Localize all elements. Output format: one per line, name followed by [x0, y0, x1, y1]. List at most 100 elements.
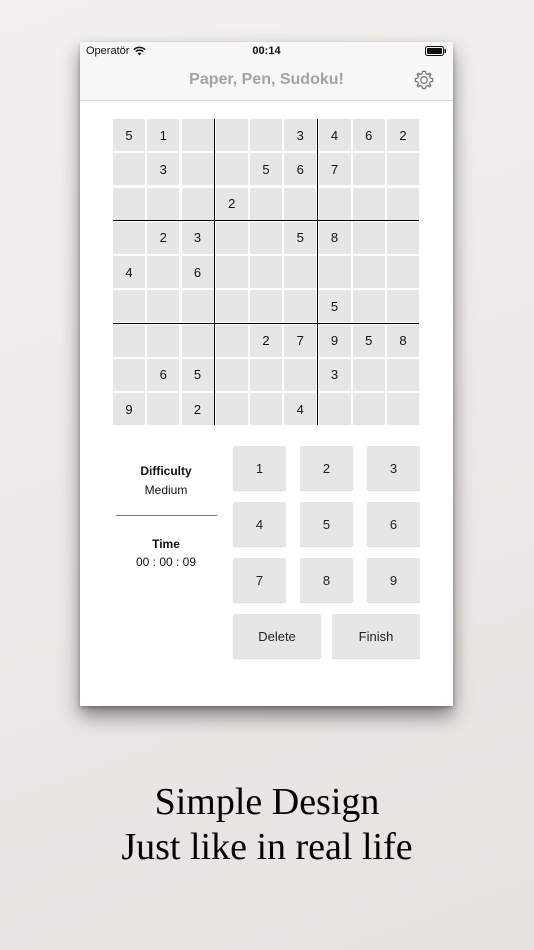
sudoku-cell[interactable] [352, 187, 385, 220]
sudoku-cell[interactable] [284, 358, 317, 391]
sudoku-cell[interactable] [215, 221, 248, 254]
sudoku-cell[interactable] [113, 153, 145, 186]
sudoku-cell[interactable]: 6 [147, 358, 180, 391]
sudoku-cell[interactable] [215, 119, 248, 151]
sudoku-cell[interactable] [181, 290, 214, 323]
sudoku-cell[interactable] [250, 393, 282, 425]
sudoku-cell[interactable] [250, 256, 282, 288]
sudoku-cell[interactable] [318, 393, 351, 425]
sudoku-cell[interactable] [215, 358, 248, 391]
sudoku-cell[interactable]: 1 [147, 119, 180, 151]
sudoku-cell[interactable]: 4 [318, 119, 351, 151]
sudoku-cell[interactable] [284, 290, 317, 323]
sudoku-cell[interactable]: 9 [318, 324, 351, 357]
sudoku-cell[interactable]: 6 [181, 256, 214, 288]
sudoku-cell[interactable] [352, 290, 385, 323]
sudoku-cell[interactable] [352, 153, 385, 186]
sudoku-cell[interactable] [387, 256, 419, 288]
sudoku-cell[interactable] [318, 187, 351, 220]
tagline-line-1: Simple Design [154, 781, 380, 823]
sudoku-cell[interactable]: 5 [318, 290, 351, 323]
sudoku-cell[interactable] [181, 187, 214, 220]
sudoku-cell[interactable] [284, 187, 317, 220]
sudoku-cell[interactable] [113, 187, 145, 220]
sudoku-cell[interactable] [113, 221, 145, 254]
sudoku-cell[interactable]: 7 [318, 153, 351, 186]
sudoku-cell[interactable]: 5 [284, 221, 317, 254]
sudoku-cell[interactable] [352, 358, 385, 391]
sudoku-cell[interactable] [318, 256, 351, 288]
sudoku-cell[interactable] [284, 256, 317, 288]
time-label: Time [152, 537, 180, 551]
sudoku-board: 51346235672235846527958653924 [113, 119, 420, 426]
sudoku-cell[interactable]: 4 [113, 256, 145, 288]
digit-key-3[interactable]: 3 [367, 446, 420, 490]
finish-button[interactable]: Finish [332, 614, 420, 658]
sudoku-cell[interactable]: 7 [284, 324, 317, 357]
sudoku-cell[interactable] [113, 324, 145, 357]
sudoku-cell[interactable]: 8 [387, 324, 419, 357]
sudoku-cell[interactable] [147, 187, 180, 220]
sudoku-cell[interactable]: 2 [215, 187, 248, 220]
digit-key-2[interactable]: 2 [300, 446, 353, 490]
difficulty-label: Difficulty [140, 464, 192, 478]
sudoku-cell[interactable] [387, 290, 419, 323]
sudoku-cell[interactable] [181, 324, 214, 357]
sudoku-cell[interactable]: 3 [181, 221, 214, 254]
sudoku-cell[interactable] [215, 153, 248, 186]
sudoku-cell[interactable] [147, 324, 180, 357]
sudoku-cell[interactable] [250, 119, 282, 151]
sudoku-cell[interactable]: 6 [352, 119, 385, 151]
digit-key-9[interactable]: 9 [367, 558, 420, 602]
sudoku-cell[interactable] [352, 393, 385, 425]
digit-key-4[interactable]: 4 [233, 502, 286, 546]
sudoku-cell[interactable] [215, 290, 248, 323]
sudoku-cell[interactable]: 5 [181, 358, 214, 391]
sudoku-cell[interactable]: 8 [318, 221, 351, 254]
sudoku-cell[interactable] [387, 393, 419, 425]
digit-key-6[interactable]: 6 [367, 502, 420, 546]
sudoku-cell[interactable] [147, 290, 180, 323]
sudoku-cell[interactable]: 6 [284, 153, 317, 186]
sudoku-cell[interactable]: 2 [147, 221, 180, 254]
sudoku-cell[interactable] [215, 393, 248, 425]
delete-button[interactable]: Delete [233, 614, 321, 658]
sudoku-cell[interactable]: 5 [250, 153, 282, 186]
sudoku-cell[interactable] [250, 187, 282, 220]
block-divider-horizontal [113, 322, 419, 324]
sudoku-cell[interactable] [352, 221, 385, 254]
sudoku-cell[interactable]: 3 [318, 358, 351, 391]
sudoku-cell[interactable]: 5 [352, 324, 385, 357]
gear-icon[interactable] [413, 69, 435, 91]
sudoku-cell[interactable] [215, 256, 248, 288]
sudoku-cell[interactable] [113, 358, 145, 391]
sudoku-cell[interactable] [387, 187, 419, 220]
sudoku-cell[interactable] [181, 153, 214, 186]
sudoku-cell[interactable] [387, 153, 419, 186]
sudoku-cell[interactable] [181, 119, 214, 151]
sudoku-cell[interactable] [250, 290, 282, 323]
sudoku-cell[interactable]: 3 [284, 119, 317, 151]
digit-key-1[interactable]: 1 [233, 446, 286, 490]
sudoku-cell[interactable] [215, 324, 248, 357]
sudoku-cell[interactable]: 5 [113, 119, 145, 151]
digit-key-7[interactable]: 7 [233, 558, 286, 602]
sudoku-cell[interactable] [387, 358, 419, 391]
sudoku-cell[interactable] [147, 393, 180, 425]
sudoku-cell[interactable]: 2 [387, 119, 419, 151]
digit-key-5[interactable]: 5 [300, 502, 353, 546]
phone-screen: Operatör 00:14 Paper, Pen, Sudoku! 51346… [80, 42, 453, 706]
sudoku-cell[interactable] [250, 221, 282, 254]
digit-key-8[interactable]: 8 [300, 558, 353, 602]
tagline-line-2: Just like in real life [121, 826, 413, 868]
sudoku-cell[interactable]: 3 [147, 153, 180, 186]
sudoku-cell[interactable] [113, 290, 145, 323]
sudoku-cell[interactable] [147, 256, 180, 288]
sudoku-cell[interactable] [387, 221, 419, 254]
sudoku-cell[interactable]: 9 [113, 393, 145, 425]
sudoku-cell[interactable]: 4 [284, 393, 317, 425]
sudoku-cell[interactable] [250, 358, 282, 391]
sudoku-cell[interactable]: 2 [250, 324, 282, 357]
sudoku-cell[interactable] [352, 256, 385, 288]
sudoku-cell[interactable]: 2 [181, 393, 214, 425]
